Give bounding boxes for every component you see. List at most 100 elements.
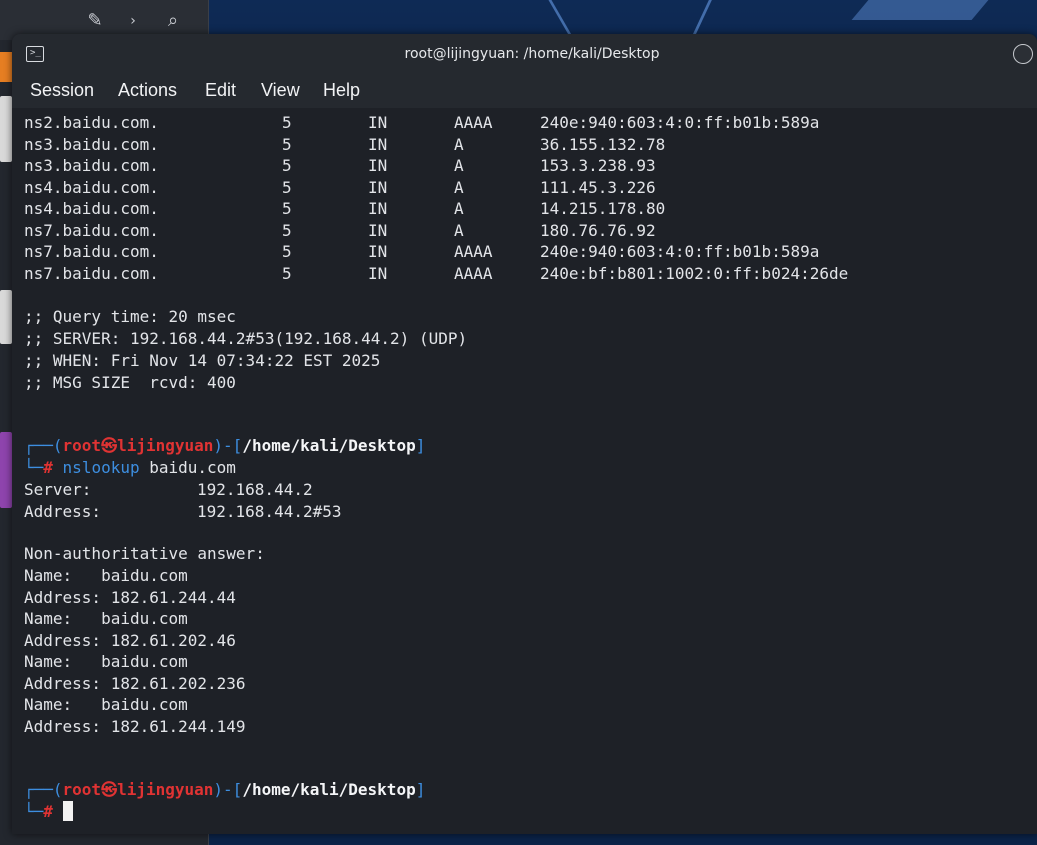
prompt-hash: # [43, 802, 53, 821]
chevron-right-icon[interactable]: › [118, 6, 148, 36]
record-type: AAAA [454, 263, 493, 283]
prompt-user: root [62, 780, 102, 799]
record-name: ns4.baidu.com. [24, 177, 159, 197]
prompt-frame: └─ [24, 458, 44, 477]
menu-view[interactable]: View [261, 74, 300, 108]
query-msg-size: ;; MSG SIZE rcvd: 400 [24, 373, 236, 392]
command-line: └─# nslookup baidu.com [24, 457, 236, 479]
record-value: 240e:940:603:4:0:ff:b01b:589a [540, 242, 820, 261]
command-name: nslookup [62, 458, 140, 477]
terminal-window[interactable]: >_ root@lijingyuan: /home/kali/Desktop S… [12, 34, 1037, 834]
record-type: AAAA [454, 113, 493, 132]
prompt-path: /home/kali/Desktop [242, 436, 416, 455]
record-class: IN [368, 113, 388, 132]
title-bar[interactable]: >_ root@lijingyuan: /home/kali/Desktop [12, 34, 1037, 74]
search-icon[interactable]: ⌕ [158, 6, 188, 36]
record-ttl: 5 [282, 263, 292, 283]
record-name: ns7.baidu.com. [24, 242, 159, 261]
menu-session[interactable]: Session [30, 74, 94, 108]
wallpaper-stripe [691, 0, 712, 38]
record-ttl: 5 [282, 177, 292, 197]
record-type: A [454, 220, 464, 240]
menu-edit[interactable]: Edit [205, 74, 236, 108]
prompt-frame: └─ [24, 802, 44, 821]
background-item [0, 290, 12, 344]
menu-help[interactable]: Help [323, 74, 360, 108]
menu-actions[interactable]: Actions [118, 74, 177, 108]
record-class: IN [368, 156, 388, 175]
menu-bar: Session Actions Edit View Help [12, 74, 1037, 108]
record-value: 14.215.178.80 [540, 199, 666, 218]
address-value: 192.168.44.2#53 [197, 502, 342, 521]
record-value: 153.3.238.93 [540, 156, 656, 175]
record-ttl: 5 [282, 199, 292, 218]
background-item [0, 96, 12, 162]
record-name: ns3.baidu.com. [24, 134, 159, 154]
server-label: Server: [24, 480, 92, 499]
answer-name: Name: baidu.com [24, 652, 188, 671]
prompt-user: root [62, 436, 102, 455]
answer-address: Address: 182.61.244.44 [24, 587, 236, 607]
prompt-frame: ] [415, 780, 426, 799]
answer-address: Address: 182.61.202.46 [24, 630, 236, 650]
window-title: root@lijingyuan: /home/kali/Desktop [404, 46, 660, 62]
prompt-hash: # [43, 458, 53, 477]
command-arg: baidu.com [139, 458, 236, 477]
prompt-line: ┌──(root㉿lijingyuan)-[/home/kali/Desktop… [24, 435, 425, 457]
prompt-host: lijingyuan [117, 780, 214, 799]
record-name: ns4.baidu.com. [24, 199, 159, 218]
background-item [0, 432, 12, 508]
answer-name: Name: baidu.com [24, 609, 188, 628]
record-name: ns2.baidu.com. [24, 113, 159, 132]
prompt-frame: ┌──( [24, 780, 63, 799]
prompt-at: ㉿ [101, 436, 118, 455]
answer-name: Name: baidu.com [24, 566, 188, 585]
record-value: 180.76.76.92 [540, 220, 656, 240]
record-ttl: 5 [282, 242, 292, 261]
input-line[interactable]: └─# [24, 801, 73, 823]
record-name: ns3.baidu.com. [24, 156, 159, 175]
prompt-at: ㉿ [101, 780, 118, 799]
server-value: 192.168.44.2 [197, 480, 313, 499]
record-name: ns7.baidu.com. [24, 263, 159, 283]
answer-address: Address: 182.61.244.149 [24, 716, 246, 736]
record-class: IN [368, 263, 388, 283]
wallpaper-stripe [851, 0, 989, 20]
record-class: IN [368, 134, 388, 154]
query-server: ;; SERVER: 192.168.44.2#53(192.168.44.2)… [24, 329, 468, 348]
record-type: AAAA [454, 242, 493, 261]
record-class: IN [368, 177, 388, 197]
record-type: A [454, 134, 464, 154]
record-ttl: 5 [282, 113, 292, 132]
background-tab-indicator [0, 52, 12, 82]
record-value: 36.155.132.78 [540, 134, 666, 154]
query-time: ;; Query time: 20 msec [24, 307, 236, 326]
record-ttl: 5 [282, 156, 292, 175]
record-type: A [454, 199, 464, 218]
record-name: ns7.baidu.com. [24, 220, 159, 240]
record-type: A [454, 156, 464, 175]
address-label: Address: [24, 502, 102, 521]
answer-name: Name: baidu.com [24, 695, 188, 714]
record-ttl: 5 [282, 134, 292, 154]
query-when: ;; WHEN: Fri Nov 14 07:34:22 EST 2025 [24, 351, 381, 370]
prompt-frame: )-[ [213, 780, 243, 799]
record-ttl: 5 [282, 220, 292, 240]
prompt-frame: ] [415, 436, 426, 455]
prompt-line: ┌──(root㉿lijingyuan)-[/home/kali/Desktop… [24, 779, 425, 801]
prompt-frame: ┌──( [24, 436, 63, 455]
record-value: 240e:bf:b801:1002:0:ff:b024:26de [540, 263, 849, 283]
window-control-button[interactable] [1013, 44, 1033, 64]
pencil-icon[interactable]: ✎ [80, 6, 110, 36]
record-value: 111.45.3.226 [540, 177, 656, 197]
record-class: IN [368, 220, 388, 240]
text-cursor[interactable] [62, 801, 73, 821]
prompt-path: /home/kali/Desktop [242, 780, 416, 799]
prompt-frame: )-[ [213, 436, 243, 455]
record-class: IN [368, 242, 388, 261]
prompt-host: lijingyuan [117, 436, 214, 455]
record-type: A [454, 177, 464, 197]
record-value: 240e:940:603:4:0:ff:b01b:589a [540, 113, 820, 132]
answer-address: Address: 182.61.202.236 [24, 673, 246, 693]
record-class: IN [368, 199, 388, 218]
